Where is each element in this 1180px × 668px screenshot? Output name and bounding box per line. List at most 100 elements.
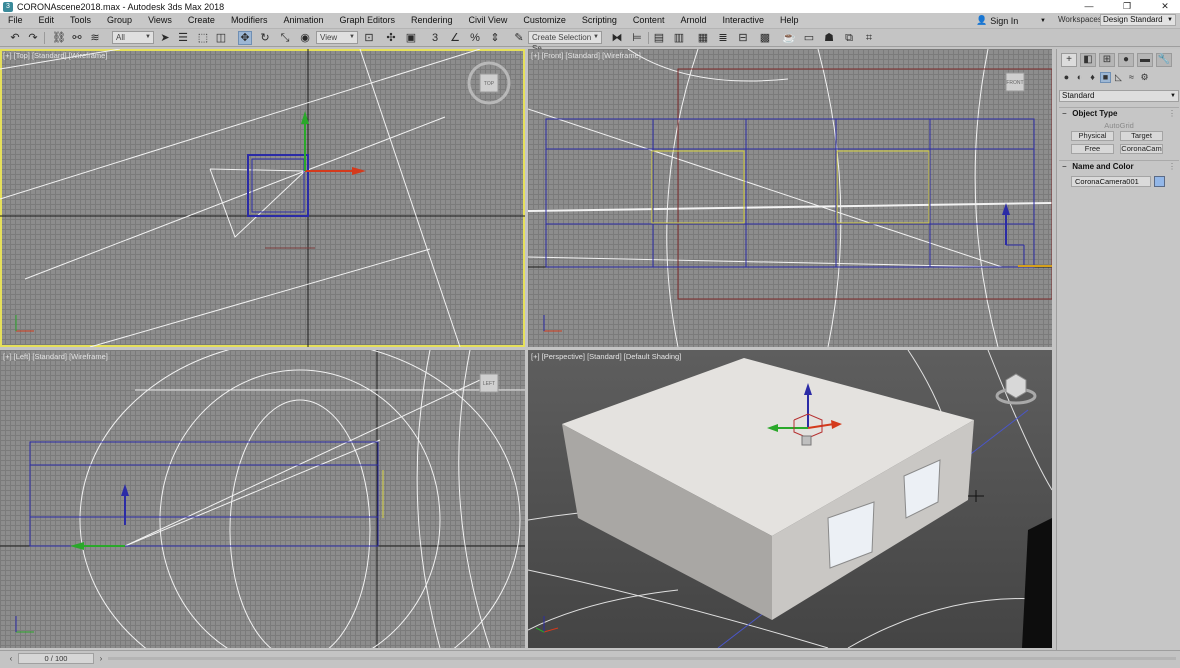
autogrid-checkbox[interactable]: AutoGrid — [1061, 121, 1177, 130]
close-button[interactable]: ✕ — [1152, 0, 1178, 13]
viewport-left[interactable]: [+] [Left] [Standard] [Wireframe] LEFT — [0, 350, 525, 648]
viewport-top[interactable]: [+] [Top] [Standard] [Wireframe] TOP — [0, 49, 525, 347]
restore-button[interactable]: ❐ — [1114, 0, 1140, 13]
target-camera-button[interactable]: Target — [1120, 131, 1163, 141]
menu-help[interactable]: Help — [772, 13, 807, 28]
box-outline — [545, 118, 1035, 268]
select-move-icon[interactable]: ✥ — [238, 31, 252, 45]
render-iterative-icon[interactable]: ⧉ — [842, 31, 856, 45]
viewport-front[interactable]: [+] [Front] [Standard] [Wireframe] FRONT — [528, 49, 1052, 347]
shapes-icon[interactable]: ◐ — [1074, 72, 1085, 83]
menu-animation[interactable]: Animation — [275, 13, 331, 28]
hierarchy-tab-icon[interactable]: ⊞ — [1099, 53, 1115, 67]
timeline-track[interactable] — [108, 657, 1176, 660]
menu-scripting[interactable]: Scripting — [574, 13, 625, 28]
utilities-tab-icon[interactable]: 🔧 — [1156, 53, 1172, 67]
geometry-icon[interactable]: ● — [1061, 72, 1072, 83]
next-frame-icon[interactable]: › — [96, 653, 106, 664]
rectangular-selection-icon[interactable]: ⬚ — [196, 31, 210, 45]
angle-snap-icon[interactable]: ∠ — [448, 31, 462, 45]
menu-modifiers[interactable]: Modifiers — [223, 13, 276, 28]
drag-handle-icon: ⋮ — [1168, 109, 1176, 118]
sign-in-button[interactable]: 👤 Sign In ▼ — [976, 14, 1046, 27]
menu-arnold[interactable]: Arnold — [672, 13, 714, 28]
select-object-icon[interactable]: ➤ — [158, 31, 172, 45]
redo-icon[interactable]: ↷ — [26, 31, 40, 45]
gizmo-z-arrow — [1002, 203, 1010, 215]
viewport-label[interactable]: [+] [Left] [Standard] [Wireframe] — [3, 352, 108, 361]
create-tab-icon[interactable]: + — [1061, 53, 1077, 67]
viewport-label[interactable]: [+] [Perspective] [Standard] [Default Sh… — [531, 352, 681, 361]
select-manipulate-icon[interactable]: ✣ — [384, 31, 398, 45]
named-selection-select[interactable]: Create Selection Se ▼ — [528, 31, 602, 53]
reference-coordinate-select[interactable]: View ▼ — [316, 31, 358, 44]
align-icon[interactable]: ⊨ — [630, 31, 644, 45]
name-and-color-rollout[interactable]: − Name and Color ⋮ — [1059, 160, 1179, 171]
pivot-marker — [801, 435, 812, 446]
systems-icon[interactable]: ⚙ — [1139, 72, 1150, 83]
spinner-snap-icon[interactable]: ⇕ — [488, 31, 502, 45]
display-tab-icon[interactable]: ▬ — [1137, 53, 1153, 67]
select-rotate-icon[interactable]: ↻ — [258, 31, 272, 45]
menu-file[interactable]: File — [0, 13, 31, 28]
menu-edit[interactable]: Edit — [31, 13, 63, 28]
menu-tools[interactable]: Tools — [62, 13, 99, 28]
unlink-icon[interactable]: ⚯ — [70, 31, 84, 45]
percent-snap-icon[interactable]: % — [468, 31, 482, 45]
time-slider[interactable]: 0 / 100 — [18, 653, 94, 664]
menu-views[interactable]: Views — [140, 13, 180, 28]
space-warps-icon[interactable]: ≈ — [1126, 72, 1137, 83]
menu-rendering[interactable]: Rendering — [403, 13, 461, 28]
menu-content[interactable]: Content — [625, 13, 673, 28]
viewport-perspective[interactable]: [+] [Perspective] [Standard] [Default Sh… — [528, 350, 1052, 648]
helpers-icon[interactable]: ◺ — [1113, 72, 1124, 83]
workspace-select[interactable]: Design Standard ▼ — [1100, 14, 1176, 26]
menu-civil-view[interactable]: Civil View — [461, 13, 516, 28]
sign-in-label: Sign In — [990, 15, 1019, 26]
viewport-label[interactable]: [+] [Front] [Standard] [Wireframe] — [531, 51, 641, 60]
scene-explorer-icon[interactable]: ▤ — [652, 31, 666, 45]
toggle-ribbon-icon[interactable]: ▦ — [696, 31, 710, 45]
schematic-view-icon[interactable]: ⊟ — [736, 31, 750, 45]
menu-create[interactable]: Create — [180, 13, 223, 28]
motion-tab-icon[interactable]: ● — [1118, 53, 1134, 67]
render-setup-icon[interactable]: ☕ — [782, 31, 796, 45]
select-by-name-icon[interactable]: ☰ — [176, 31, 190, 45]
render-in-cloud-icon[interactable]: ⌗ — [862, 31, 876, 45]
snaps-toggle-icon[interactable]: 3 — [428, 31, 442, 45]
viewport-label[interactable]: [+] [Top] [Standard] [Wireframe] — [3, 51, 107, 60]
curve-editor-icon[interactable]: ≣ — [716, 31, 730, 45]
edit-named-selection-icon[interactable]: ✎ — [512, 31, 526, 45]
link-icon[interactable]: ⛓ — [52, 31, 66, 45]
minimize-button[interactable]: — — [1076, 0, 1102, 13]
pivot-center-icon[interactable]: ⊡ — [362, 31, 376, 45]
object-color-swatch[interactable] — [1154, 176, 1165, 187]
material-editor-icon[interactable]: ▩ — [758, 31, 772, 45]
select-place-icon[interactable]: ◉ — [298, 31, 312, 45]
camera-frustum — [209, 168, 307, 238]
undo-icon[interactable]: ↶ — [8, 31, 22, 45]
physical-camera-button[interactable]: Physical — [1071, 131, 1114, 141]
previous-frame-icon[interactable]: ‹ — [6, 653, 16, 664]
corona-camera-button[interactable]: CoronaCam — [1120, 144, 1163, 154]
lights-icon[interactable]: ♦ — [1087, 72, 1098, 83]
selection-filter-select[interactable]: All ▼ — [112, 31, 154, 44]
window-crossing-icon[interactable]: ◫ — [214, 31, 228, 45]
object-type-rollout[interactable]: − Object Type ⋮ — [1059, 107, 1179, 118]
cameras-icon[interactable]: ■ — [1100, 72, 1111, 83]
free-camera-button[interactable]: Free — [1071, 144, 1114, 154]
bind-space-warp-icon[interactable]: ≋ — [88, 31, 102, 45]
rendered-frame-window-icon[interactable]: ▭ — [802, 31, 816, 45]
keyboard-shortcut-override-icon[interactable]: ▣ — [404, 31, 418, 45]
select-scale-icon[interactable]: ⤡ — [278, 31, 292, 45]
menu-graph-editors[interactable]: Graph Editors — [331, 13, 403, 28]
layer-explorer-icon[interactable]: ▥ — [672, 31, 686, 45]
menu-interactive[interactable]: Interactive — [714, 13, 772, 28]
menu-customize[interactable]: Customize — [515, 13, 574, 28]
menu-group[interactable]: Group — [99, 13, 140, 28]
camera-category-select[interactable]: Standard ▼ — [1059, 90, 1179, 102]
modify-tab-icon[interactable]: ◧ — [1080, 53, 1096, 67]
object-name-field[interactable]: CoronaCamera001 — [1071, 176, 1151, 187]
render-production-icon[interactable]: ☗ — [822, 31, 836, 45]
mirror-icon[interactable]: ⧓ — [610, 31, 624, 45]
